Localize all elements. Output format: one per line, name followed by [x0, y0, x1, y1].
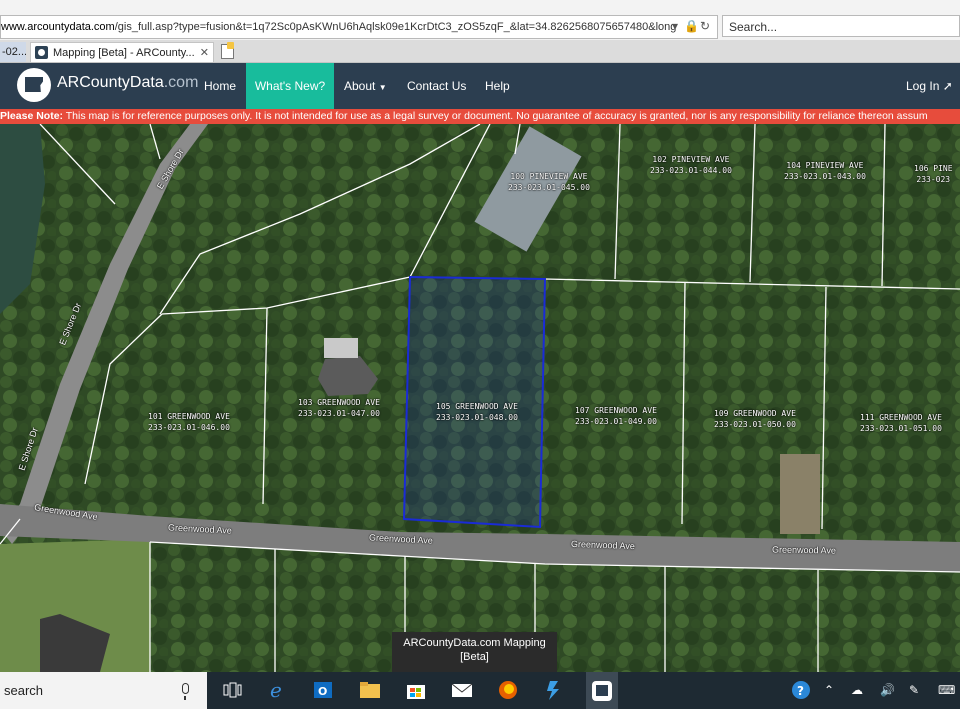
- parcel-label-100-pineview[interactable]: 100 PINEVIEW AVE 233-023.01-045.00: [508, 171, 590, 193]
- tab-mapping-label: Mapping [Beta] - ARCounty...: [53, 47, 195, 59]
- parcel-label-106-pine[interactable]: 106 PINE 233-023: [914, 163, 953, 185]
- chevron-up-icon[interactable]: ⌃: [824, 680, 834, 700]
- nav-whats-new-label: What's New?: [254, 79, 326, 93]
- tab-previous[interactable]: -02...: [0, 42, 26, 62]
- login-link[interactable]: Log In ➚: [906, 63, 953, 109]
- parcel-label-111-greenwood[interactable]: 111 GREENWOOD AVE 233-023.01-051.00: [860, 412, 942, 434]
- parcel-label-109-greenwood[interactable]: 109 GREENWOOD AVE 233-023.01-050.00: [714, 408, 796, 430]
- browser-search-input[interactable]: Search...: [722, 15, 960, 37]
- cloud-icon[interactable]: ☁: [851, 680, 863, 700]
- browser-search-placeholder: Search...: [729, 20, 778, 34]
- firefox-icon[interactable]: [496, 679, 520, 701]
- url-path: /gis_full.asp?type=fusion&t=1q72Sc0pAsKW…: [114, 21, 677, 33]
- parcel-label-103-greenwood[interactable]: 103 GREENWOOD AVE 233-023.01-047.00: [298, 397, 380, 419]
- login-label: Log In: [906, 79, 940, 93]
- nav-help-label: Help: [485, 79, 510, 93]
- mail-icon[interactable]: [450, 679, 474, 701]
- url-bar[interactable]: www.arcountydata.com/gis_full.asp?type=f…: [0, 15, 718, 39]
- street-label-greenwood-5: Greenwood Ave: [771, 544, 836, 556]
- nav-about-label: About: [344, 79, 376, 93]
- nav-home-label: Home: [203, 79, 236, 93]
- dropdown-icon[interactable]: ▾: [672, 15, 678, 37]
- tab-previous-label: -02...: [2, 46, 26, 58]
- taskbar-tooltip: ARCountyData.com Mapping [Beta]: [392, 632, 557, 672]
- svg-text:e: e: [270, 679, 282, 701]
- disclaimer-banner: Please Note: This map is for reference p…: [0, 109, 960, 124]
- task-view-icon[interactable]: [220, 679, 244, 701]
- help-icon[interactable]: ?: [790, 680, 812, 700]
- map-canvas[interactable]: 100 PINEVIEW AVE 233-023.01-045.00 102 PI…: [0, 124, 960, 672]
- nav-about[interactable]: About ▼: [344, 63, 394, 109]
- brand-text: ARCountyData.com: [57, 74, 198, 92]
- lock-icon[interactable]: 🔒: [684, 15, 699, 37]
- microphone-icon[interactable]: [182, 683, 189, 700]
- arcountydata-app-icon[interactable]: [586, 672, 618, 709]
- close-icon[interactable]: ✕: [200, 43, 209, 62]
- driveway-109: [780, 454, 820, 534]
- store-icon[interactable]: [404, 679, 428, 701]
- brand-main: ARCountyData: [57, 74, 164, 91]
- windows-taskbar: search e O ? ⌃ ☁ 🔊 ✎ ⌨: [0, 672, 960, 709]
- login-icon: ➚: [942, 79, 953, 93]
- taskbar-search-text: search: [4, 683, 44, 698]
- nav-help[interactable]: Help: [485, 63, 515, 109]
- roof-103-greenwood: [324, 338, 358, 358]
- parcel-label-105-greenwood[interactable]: 105 GREENWOOD AVE 233-023.01-048.00: [436, 401, 518, 423]
- edge-icon[interactable]: e: [266, 678, 290, 702]
- volume-icon[interactable]: 🔊: [880, 680, 895, 700]
- brand-suffix: .com: [163, 74, 199, 91]
- site-navbar: ARCountyData.com Home What's New? About …: [0, 63, 960, 109]
- taskbar-tooltip-title: ARCountyData.com Mapping [Beta]: [403, 637, 546, 663]
- arcountydata-favicon-icon: [35, 46, 48, 59]
- url-domain: www.arcountydata.com: [1, 21, 115, 33]
- tab-mapping[interactable]: Mapping [Beta] - ARCounty... ✕: [30, 42, 214, 62]
- parcel-label-104-pineview[interactable]: 104 PINEVIEW AVE 233-023.01-043.00: [784, 160, 866, 182]
- disclaimer-text: This map is for reference purposes only.…: [63, 110, 928, 122]
- nav-contact[interactable]: Contact Us: [407, 63, 473, 109]
- app-icon[interactable]: [542, 679, 566, 701]
- nav-home[interactable]: Home: [196, 63, 244, 109]
- taskbar-search-box[interactable]: search: [0, 672, 207, 709]
- parcel-label-101-greenwood[interactable]: 101 GREENWOOD AVE 233-023.01-046.00: [148, 411, 230, 433]
- parcel-label-102-pineview[interactable]: 102 PINEVIEW AVE 233-023.01-044.00: [650, 154, 732, 176]
- svg-text:?: ?: [797, 684, 804, 698]
- pen-icon[interactable]: ✎: [909, 680, 919, 700]
- new-tab-icon[interactable]: [219, 42, 235, 60]
- refresh-icon[interactable]: ↻: [700, 15, 710, 37]
- arkansas-logo-icon: [17, 68, 51, 102]
- outlook-icon[interactable]: O: [312, 679, 336, 701]
- nav-whats-new[interactable]: What's New?: [246, 63, 334, 109]
- tab-strip: -02... Mapping [Beta] - ARCounty... ✕: [0, 40, 960, 63]
- disclaimer-prefix: Please Note:: [0, 110, 64, 122]
- browser-address-row: www.arcountydata.com/gis_full.asp?type=f…: [0, 0, 960, 41]
- caret-down-icon: ▼: [378, 83, 387, 92]
- aerial-map-svg: [0, 124, 960, 672]
- nav-contact-label: Contact Us: [407, 79, 467, 93]
- keyboard-icon[interactable]: ⌨: [938, 680, 955, 700]
- parcel-label-107-greenwood[interactable]: 107 GREENWOOD AVE 233-023.01-049.00: [575, 405, 657, 427]
- svg-text:O: O: [318, 685, 327, 698]
- file-explorer-icon[interactable]: [358, 679, 382, 701]
